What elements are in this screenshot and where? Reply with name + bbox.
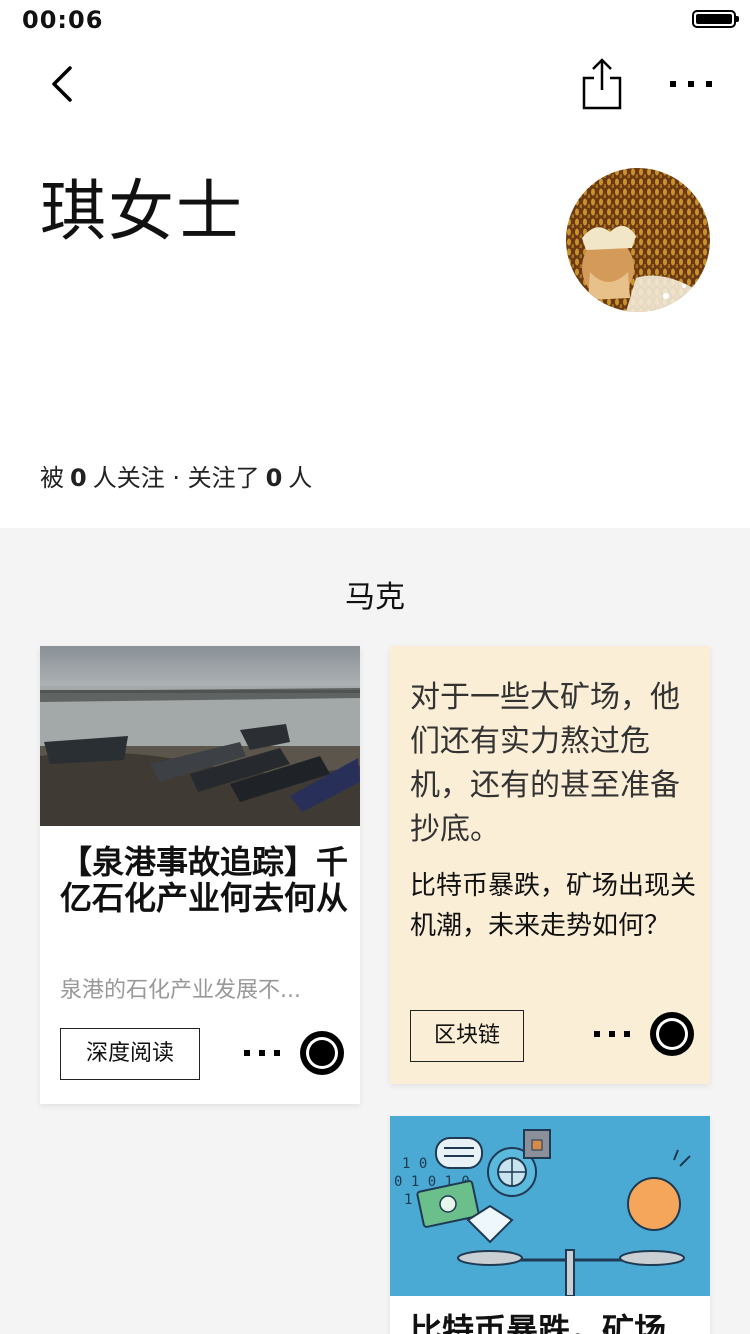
record-icon[interactable] (650, 1012, 694, 1056)
article-summary: 泉港的石化产业发展不... (60, 978, 301, 1003)
share-button[interactable] (580, 56, 624, 112)
avatar[interactable] (566, 168, 710, 312)
battery-icon (692, 10, 739, 28)
more-options-button[interactable] (666, 66, 716, 102)
record-icon[interactable] (300, 1031, 344, 1075)
share-icon (582, 58, 622, 110)
profile-page: 00:06 琪女士 被 0 人关注 · 关注了 0 人 马克 【泉港事故追踪】千… (0, 0, 750, 1334)
section-title: 马克 (0, 572, 750, 616)
following-count[interactable]: 0 (266, 464, 283, 492)
article-cover-image (40, 646, 360, 826)
quote-card[interactable]: 对于一些大矿场，他们还有实力熬过危机，还有的甚至准备抄底。 比特币暴跌，矿场出现… (390, 646, 710, 1084)
tag-button[interactable]: 深度阅读 (60, 1028, 200, 1080)
chevron-left-icon (52, 66, 72, 102)
svg-text:1 0: 1 0 (402, 1156, 427, 1172)
section-title-text: 马克 (345, 580, 405, 615)
follow-middle-text: 人关注 · 关注了 (92, 464, 260, 492)
more-dots-icon (670, 81, 712, 87)
follow-stats: 被 0 人关注 · 关注了 0 人 (40, 458, 312, 493)
tag-button[interactable]: 区块链 (410, 1010, 524, 1062)
back-button[interactable] (44, 62, 84, 106)
article-card[interactable]: 1 0 0 1 0 1 0 1 0 1 比特币暴跌，矿场 (390, 1116, 710, 1334)
status-bar: 00:06 (0, 0, 750, 40)
followers-count[interactable]: 0 (70, 464, 87, 492)
more-dots-icon[interactable] (590, 1024, 634, 1044)
article-cover-image: 1 0 0 1 0 1 0 1 0 1 (390, 1116, 710, 1296)
quote-text: 对于一些大矿场，他们还有实力熬过危机，还有的甚至准备抄底。 (410, 680, 680, 847)
followers-prefix: 被 (40, 464, 64, 492)
article-title[interactable]: 【泉港事故追踪】千亿石化产业何去何从 (60, 844, 350, 916)
quote-article-title[interactable]: 比特币暴跌，矿场出现关机潮，未来走势如何？ (410, 866, 700, 946)
article-card[interactable]: 【泉港事故追踪】千亿石化产业何去何从 泉港的石化产业发展不... 深度阅读 (40, 646, 360, 1104)
status-time: 00:06 (22, 6, 104, 34)
article-title[interactable]: 比特币暴跌，矿场 (410, 1312, 700, 1334)
profile-name: 琪女士 (40, 173, 244, 250)
following-suffix: 人 (288, 464, 313, 492)
avatar-image (566, 168, 710, 312)
more-dots-icon[interactable] (240, 1043, 284, 1063)
